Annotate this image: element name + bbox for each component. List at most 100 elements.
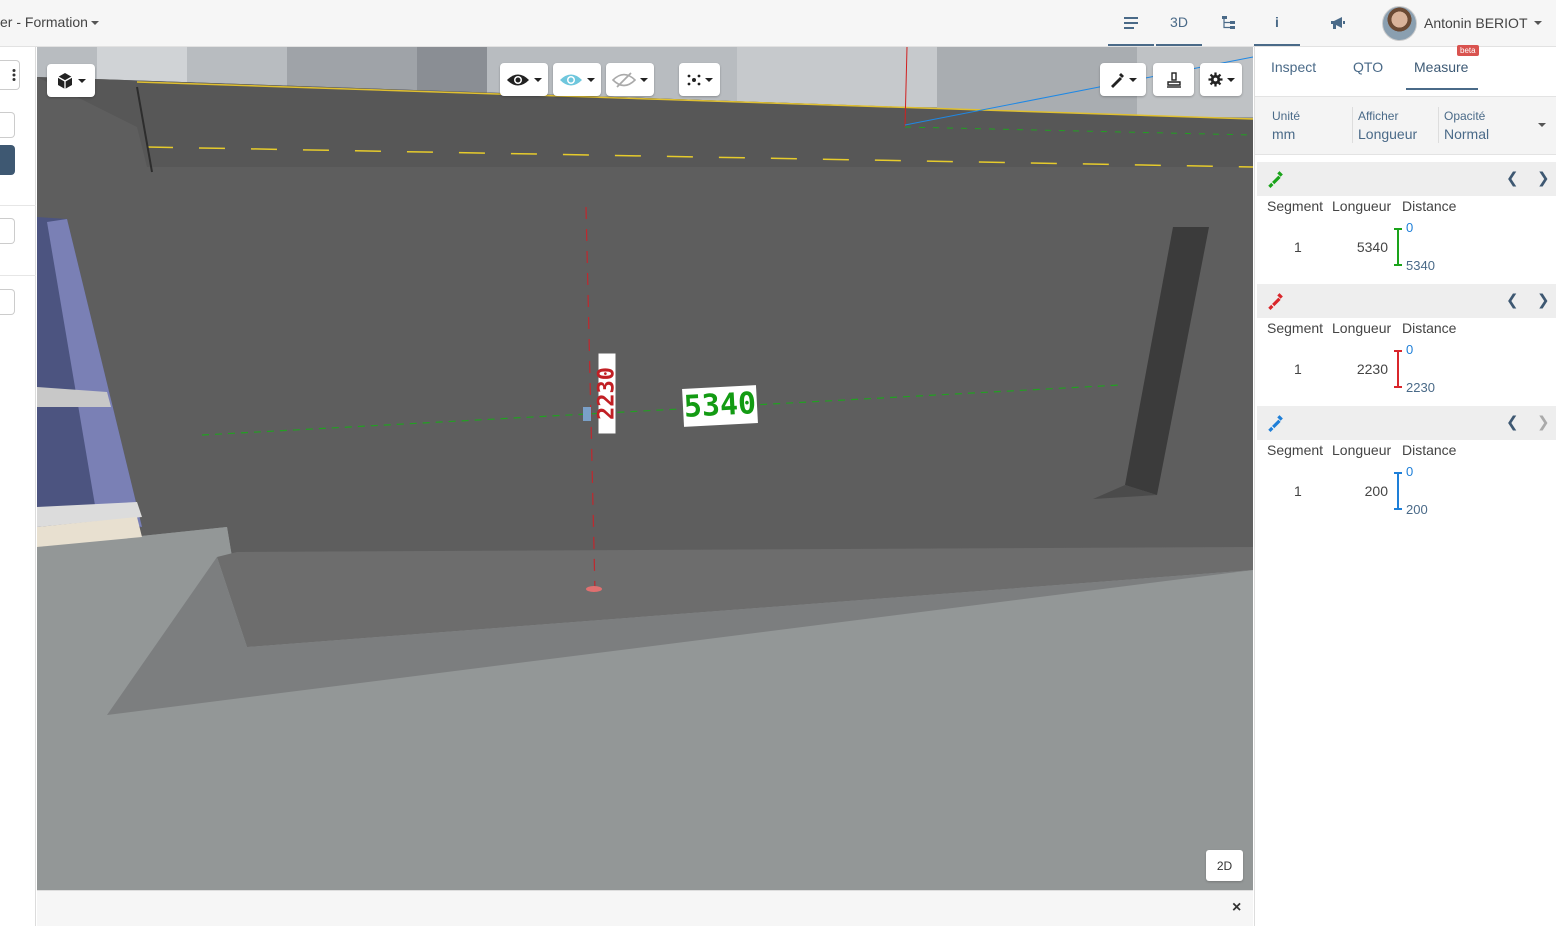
left-input-2[interactable]: [0, 218, 15, 244]
left-button-active[interactable]: [0, 145, 15, 175]
top-bar: er - Formation 3D i Antonin BERIOT: [0, 0, 1556, 47]
distance-start: 0: [1406, 464, 1414, 479]
tab-qto[interactable]: QTO: [1353, 59, 1383, 90]
segment-length: 200: [1364, 483, 1388, 499]
show-option[interactable]: Afficher Longueur: [1358, 109, 1417, 142]
distance-bracket: [1394, 350, 1403, 388]
eye-icon: [507, 74, 529, 85]
show-value: Longueur: [1358, 126, 1418, 142]
3d-viewport[interactable]: 5340 2230 2D: [37, 47, 1253, 890]
next-icon[interactable]: ❯: [1537, 169, 1550, 187]
previous-icon[interactable]: ❮: [1506, 169, 1519, 187]
bottom-bar: ×: [37, 890, 1253, 926]
settings-button[interactable]: [1200, 63, 1242, 96]
next-icon[interactable]: ❯: [1537, 413, 1550, 431]
tab-3d-label: 3D: [1170, 14, 1188, 30]
project-name: er - Formation: [0, 14, 88, 30]
chevron-down-icon: [1226, 77, 1235, 82]
3d-scene[interactable]: [37, 47, 1253, 890]
col-distance: Distance: [1402, 320, 1457, 336]
ruler-blue-icon[interactable]: [1266, 414, 1284, 432]
left-input-1[interactable]: [0, 112, 15, 138]
unit-option[interactable]: Unité mm: [1272, 109, 1300, 142]
explode-icon: [687, 74, 700, 85]
tab-3d[interactable]: 3D: [1156, 0, 1202, 46]
opacity-value: Normal: [1444, 126, 1490, 142]
distance-end: 200: [1406, 502, 1428, 517]
chevron-down-icon: [534, 77, 542, 82]
segment-number: 1: [1294, 239, 1302, 255]
ruler-red-icon[interactable]: [1266, 292, 1284, 310]
measure-header-green: ❮ ❯: [1257, 162, 1556, 196]
tab-announcements[interactable]: [1315, 0, 1361, 46]
section-tool-button[interactable]: [1153, 63, 1194, 96]
chevron-down-icon: [587, 77, 595, 82]
left-toolbar: [0, 47, 36, 926]
divider: [1438, 107, 1439, 143]
next-icon[interactable]: ❯: [1537, 291, 1550, 309]
project-dropdown[interactable]: er - Formation: [0, 14, 99, 30]
col-length: Longueur: [1332, 442, 1392, 458]
divider: [0, 205, 36, 206]
xray-button[interactable]: [553, 63, 601, 96]
user-name: Antonin BERIOT: [1424, 15, 1528, 31]
distance-start: 0: [1406, 220, 1414, 235]
more-options-button[interactable]: [0, 60, 20, 90]
distance-end: 5340: [1406, 258, 1435, 273]
tree-icon: [1222, 16, 1235, 29]
chevron-down-icon: [704, 77, 713, 82]
tab-info[interactable]: i: [1254, 0, 1300, 46]
unit-label: Unité: [1272, 109, 1301, 123]
eye-slash-icon: [612, 71, 636, 88]
cube-icon: [57, 72, 73, 89]
col-segment: Segment: [1267, 442, 1324, 458]
col-segment: Segment: [1267, 320, 1324, 336]
tab-list[interactable]: [1108, 0, 1154, 46]
tab-tree[interactable]: [1206, 0, 1252, 46]
panel-tabs: Inspect QTO Measure: [1255, 47, 1556, 97]
gear-icon: [1207, 72, 1223, 87]
measure-label-green[interactable]: 5340: [682, 385, 758, 427]
segment-number: 1: [1294, 361, 1302, 377]
left-input-3[interactable]: [0, 289, 15, 315]
ruler-green-icon[interactable]: [1266, 170, 1284, 188]
col-distance: Distance: [1402, 442, 1457, 458]
explode-button[interactable]: [679, 63, 720, 96]
segment-length: 2230: [1356, 361, 1388, 377]
chevron-down-icon[interactable]: [1538, 123, 1546, 127]
distance-end: 2230: [1406, 380, 1435, 395]
visibility-button[interactable]: [500, 63, 548, 96]
measure-label-red[interactable]: 2230: [595, 353, 620, 434]
previous-icon[interactable]: ❮: [1506, 413, 1519, 431]
avatar: [1382, 5, 1417, 41]
toggle-2d-button[interactable]: 2D: [1206, 850, 1243, 881]
col-length: Longueur: [1332, 320, 1392, 336]
chevron-down-icon: [1129, 77, 1137, 82]
eye-xray-icon: [560, 74, 582, 85]
measure-tool-button[interactable]: [1100, 63, 1146, 96]
opacity-option[interactable]: Opacité Normal: [1444, 109, 1489, 142]
close-icon[interactable]: ×: [1232, 899, 1241, 917]
view-cube-button[interactable]: [47, 64, 95, 97]
previous-icon[interactable]: ❮: [1506, 291, 1519, 309]
segment-number: 1: [1294, 483, 1302, 499]
measure-header-red: ❮ ❯: [1257, 284, 1556, 318]
properties-panel: Inspect QTO Measure Unité mm Afficher Lo…: [1254, 47, 1556, 926]
megaphone-icon: [1331, 17, 1345, 29]
chevron-down-icon: [78, 78, 86, 83]
unit-value: mm: [1272, 126, 1296, 142]
col-distance: Distance: [1402, 198, 1457, 214]
col-length: Longueur: [1332, 198, 1392, 214]
col-segment: Segment: [1267, 198, 1324, 214]
distance-bracket: [1394, 472, 1403, 510]
tab-measure[interactable]: Measure: [1406, 59, 1478, 90]
user-menu[interactable]: Antonin BERIOT: [1382, 5, 1542, 41]
chevron-down-icon: [640, 77, 648, 82]
distance-bracket: [1394, 228, 1403, 266]
opacity-label: Opacité: [1444, 109, 1486, 123]
tab-inspect[interactable]: Inspect: [1271, 59, 1316, 90]
show-label: Afficher: [1358, 109, 1399, 123]
chevron-down-icon: [1533, 21, 1542, 25]
hide-button[interactable]: [606, 63, 654, 96]
measure-options: Unité mm Afficher Longueur Opacité Norma…: [1255, 97, 1556, 155]
